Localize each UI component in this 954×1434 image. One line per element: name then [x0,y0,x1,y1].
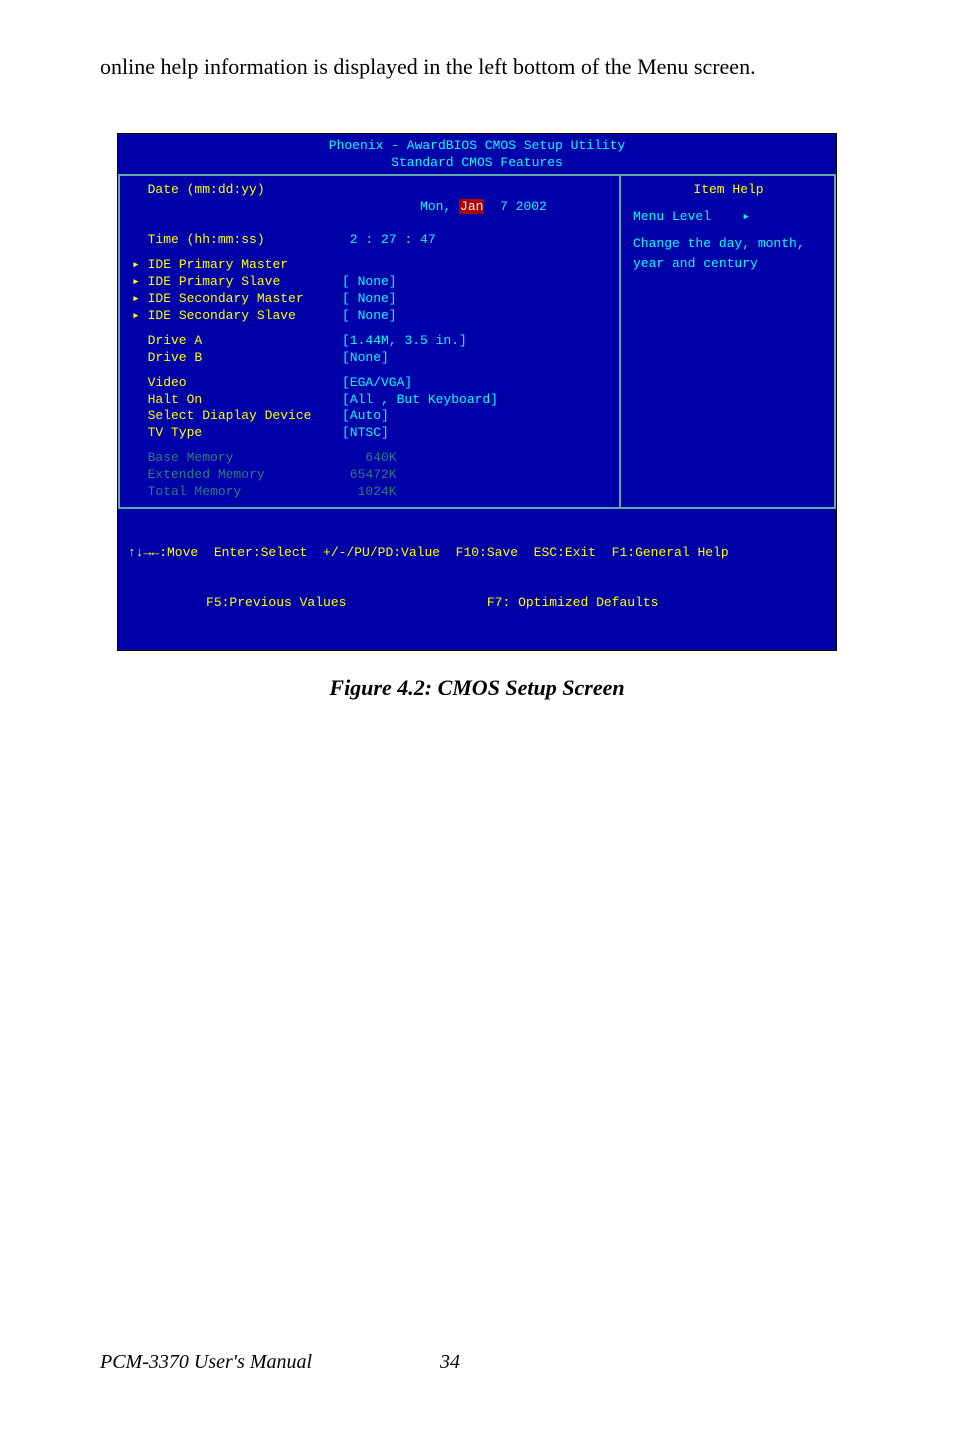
display-device-row[interactable]: Select Diaplay Device [Auto] [132,408,609,425]
date-label: Date (mm:dd:yy) [132,182,342,233]
menu-level: Menu Level ▸ [633,207,824,227]
halt-on-row[interactable]: Halt On [All , But Keyboard] [132,392,609,409]
bios-title: Phoenix - AwardBIOS CMOS Setup Utility S… [118,134,836,174]
ide-secondary-slave-row[interactable]: ▸ IDE Secondary Slave [ None] [132,308,609,325]
drive-a-row[interactable]: Drive A [1.44M, 3.5 in.] [132,333,609,350]
drive-b-row[interactable]: Drive B [None] [132,350,609,367]
help-text: Change the day, month, year and century [633,234,824,273]
bios-right-pane: Item Help Menu Level ▸ Change the day, m… [621,176,836,507]
ide-primary-master-row[interactable]: ▸ IDE Primary Master [132,257,609,274]
base-memory-row: Base Memory 640K [132,450,609,467]
tv-type-row[interactable]: TV Type [NTSC] [132,425,609,442]
date-value[interactable]: Mon, Jan 7 2002 [342,182,547,233]
video-row[interactable]: Video [EGA/VGA] [132,375,609,392]
total-memory-row: Total Memory 1024K [132,484,609,501]
bios-panel: Phoenix - AwardBIOS CMOS Setup Utility S… [117,133,837,651]
extended-memory-row: Extended Memory 65472K [132,467,609,484]
ide-primary-slave-row[interactable]: ▸ IDE Primary Slave [ None] [132,274,609,291]
time-value[interactable]: 2 : 27 : 47 [342,232,436,249]
time-label: Time (hh:mm:ss) [132,232,342,249]
bios-body: Date (mm:dd:yy) Mon, Jan 7 2002 Time (hh… [118,174,836,509]
date-month-highlight[interactable]: Jan [459,199,484,214]
footer-line-2: F5:Previous Values F7: Optimized Default… [128,595,826,612]
footer-page-number: 34 [440,1351,460,1374]
figure-caption: Figure 4.2: CMOS Setup Screen [100,675,854,701]
time-row[interactable]: Time (hh:mm:ss) 2 : 27 : 47 [132,232,609,249]
page-footer: PCM-3370 User's Manual 34 [100,1351,854,1374]
intro-text: online help information is displayed in … [100,50,854,83]
footer-manual-name: PCM-3370 User's Manual [100,1351,440,1374]
bios-footer: ↑↓→←:Move Enter:Select +/-/PU/PD:Value F… [118,509,836,650]
footer-line-1: ↑↓→←:Move Enter:Select +/-/PU/PD:Value F… [128,545,826,562]
bios-title-line1: Phoenix - AwardBIOS CMOS Setup Utility [118,138,836,155]
ide-secondary-master-row[interactable]: ▸ IDE Secondary Master [ None] [132,291,609,308]
bios-title-line2: Standard CMOS Features [118,155,836,172]
item-help-title: Item Help [633,182,824,203]
bios-left-pane[interactable]: Date (mm:dd:yy) Mon, Jan 7 2002 Time (hh… [118,176,621,507]
date-row[interactable]: Date (mm:dd:yy) Mon, Jan 7 2002 [132,182,609,233]
